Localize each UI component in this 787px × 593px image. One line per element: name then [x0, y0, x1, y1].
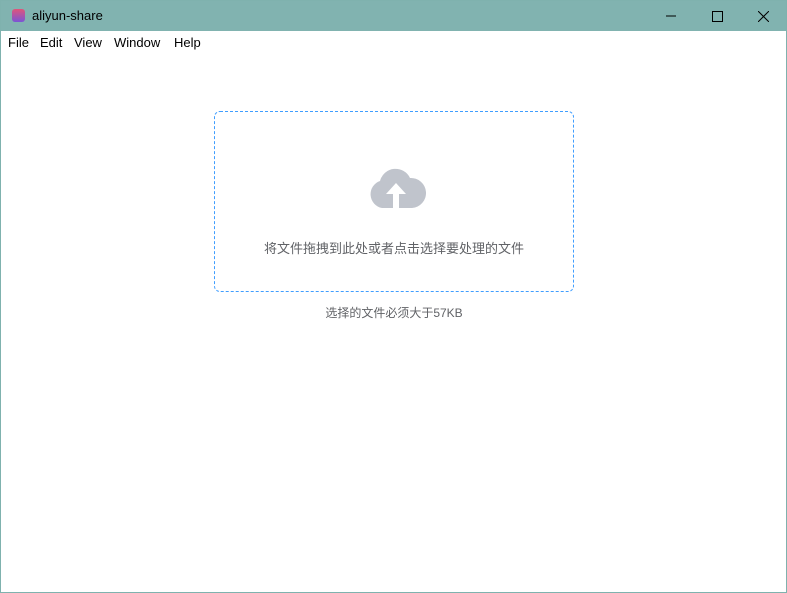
title-bar[interactable]: aliyun-share	[1, 1, 786, 31]
menu-bar: File Edit View Window Help	[1, 32, 786, 52]
maximize-icon	[711, 10, 723, 22]
minimize-button[interactable]	[648, 1, 694, 31]
maximize-button[interactable]	[694, 1, 740, 31]
app-icon	[12, 9, 25, 22]
close-icon	[757, 10, 769, 22]
upload-instruction: 将文件拖拽到此处或者点击选择要处理的文件	[263, 241, 524, 256]
window-title: aliyun-share	[32, 8, 103, 23]
upload-dropzone[interactable]: 将文件拖拽到此处或者点击选择要处理的文件	[214, 111, 574, 292]
minimize-icon	[666, 15, 676, 17]
app-window: aliyun-share File Edit View Window Help …	[0, 0, 787, 593]
upload-tip: 选择的文件必须大于57KB	[325, 306, 463, 320]
menu-file[interactable]: File	[8, 35, 29, 50]
menu-view[interactable]: View	[74, 35, 102, 50]
close-button[interactable]	[740, 1, 786, 31]
menu-window[interactable]: Window	[114, 35, 160, 50]
menu-help[interactable]: Help	[174, 35, 201, 50]
menu-edit[interactable]: Edit	[40, 35, 62, 50]
cloud-upload-icon	[370, 168, 426, 210]
